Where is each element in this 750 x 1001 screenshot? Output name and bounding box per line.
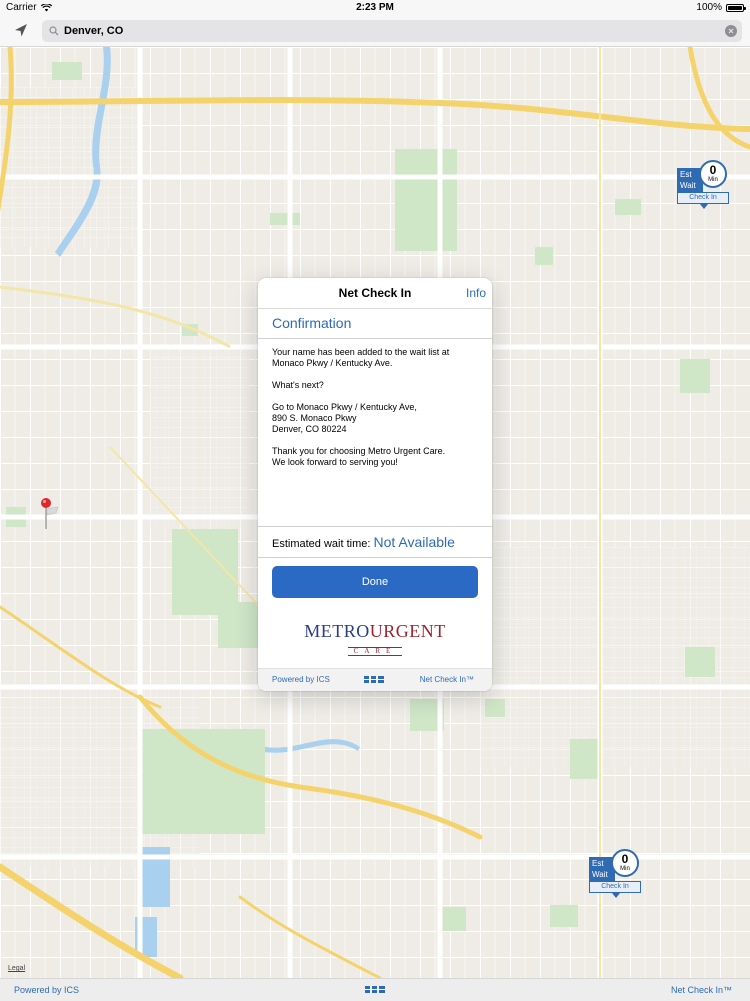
search-icon — [44, 26, 64, 36]
net-check-in-link[interactable]: Net Check In™ — [671, 985, 732, 995]
wait-minutes-badge: 0 Min — [699, 160, 727, 188]
metro-urgent-care-logo: METROURGENT CARE — [258, 622, 492, 658]
wait-time-marker[interactable]: Est Wait 0 Min Check In — [677, 160, 737, 210]
next-steps-heading: What's next? — [272, 380, 324, 390]
address-line: Go to Monaco Pkwy / Kentucky Ave, — [272, 402, 417, 412]
logo-care: CARE — [347, 647, 403, 656]
clear-search-button[interactable] — [725, 25, 737, 37]
close-icon — [728, 28, 734, 34]
ics-logo-icon — [365, 985, 385, 996]
wait-unit: Min — [620, 866, 630, 872]
estimated-wait-value: Not Available — [373, 534, 455, 550]
estimated-wait-row: Estimated wait time: Not Available — [258, 527, 492, 558]
net-check-in-link[interactable]: Net Check In™ — [420, 675, 474, 684]
dropped-pin-icon[interactable] — [38, 497, 62, 529]
est-label: Est — [680, 170, 692, 179]
clock: 2:23 PM — [356, 2, 394, 13]
logo-wordmark: METROURGENT — [258, 622, 492, 640]
search-input[interactable] — [64, 25, 725, 37]
address-line: 890 S. Monaco Pkwy — [272, 413, 357, 423]
status-bar: Carrier 2:23 PM 100% — [0, 0, 750, 16]
current-location-button[interactable] — [10, 21, 32, 41]
thanks-line: We look forward to serving you! — [272, 457, 398, 467]
dialog-title: Net Check In — [338, 286, 412, 300]
ics-logo-icon — [364, 675, 384, 686]
wait-time-marker[interactable]: Est Wait 0 Min Check In — [589, 849, 649, 899]
confirmation-message: Your name has been added to the wait lis… — [258, 339, 492, 527]
wait-label: Wait — [680, 181, 696, 190]
logo-urgent: URGENT — [369, 621, 446, 641]
wait-minutes-badge: 0 Min — [611, 849, 639, 877]
dialog-header: Net Check In Info — [258, 278, 492, 309]
marker-pointer — [700, 204, 708, 209]
marker-check-in-button[interactable]: Check In — [677, 192, 729, 204]
battery-icon — [726, 3, 746, 12]
dialog-footer: Powered by ICS Net Check In™ — [258, 668, 492, 691]
powered-by-link[interactable]: Powered by ICS — [272, 675, 330, 684]
search-field[interactable] — [42, 20, 742, 42]
battery: 100% — [696, 2, 746, 13]
message-line: Your name has been added to the wait lis… — [272, 347, 450, 357]
marker-check-in-button[interactable]: Check In — [589, 881, 641, 893]
wait-minutes: 0 — [621, 852, 629, 866]
confirmation-heading: Confirmation — [258, 309, 492, 339]
logo-metro: METRO — [304, 621, 370, 641]
search-bar — [0, 16, 750, 47]
net-check-in-dialog: Net Check In Info Confirmation Your name… — [258, 278, 492, 691]
bottom-bar: Powered by ICS Net Check In™ — [0, 978, 750, 1001]
wait-minutes: 0 — [709, 163, 717, 177]
thanks-line: Thank you for choosing Metro Urgent Care… — [272, 446, 446, 456]
battery-percent: 100% — [696, 2, 722, 13]
done-button[interactable]: Done — [272, 566, 478, 598]
location-arrow-icon — [15, 24, 27, 37]
estimated-wait-label: Estimated wait time: — [272, 538, 371, 550]
info-button[interactable]: Info — [466, 286, 486, 300]
wait-label: Wait — [592, 870, 608, 879]
legal-link[interactable]: Legal — [8, 965, 25, 972]
powered-by-link[interactable]: Powered by ICS — [14, 985, 79, 995]
marker-pointer — [612, 893, 620, 898]
est-label: Est — [592, 859, 604, 868]
address-line: Denver, CO 80224 — [272, 424, 347, 434]
message-line: Monaco Pkwy / Kentucky Ave. — [272, 358, 393, 368]
wait-unit: Min — [708, 177, 718, 183]
